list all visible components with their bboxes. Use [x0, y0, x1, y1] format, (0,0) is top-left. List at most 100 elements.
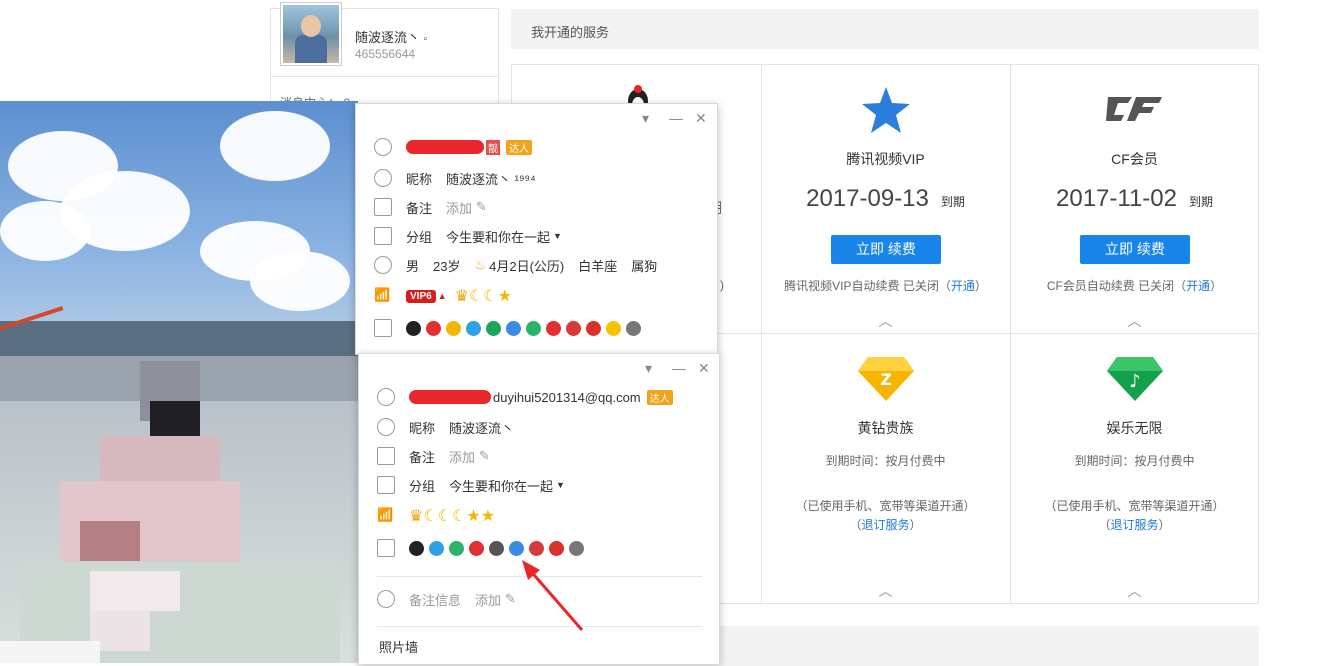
group-row: 分组 今生要和你在一起 ▼ [377, 474, 565, 496]
moon-icon: ☾ [423, 508, 438, 525]
add-remark-link[interactable]: 添加 [446, 198, 472, 217]
green-diamond-icon: ♪ [1107, 357, 1163, 401]
crown-icon: ♛ [409, 508, 424, 525]
down-arrow-icon [546, 320, 561, 336]
badge-icon [377, 539, 395, 557]
qq-vip-icon [409, 540, 424, 556]
unsubscribe-link[interactable]: 退订服务 [1110, 518, 1158, 532]
chevron-down-icon[interactable]: ▼ [553, 231, 562, 241]
group-row: 分组 今生要和你在一起 ▼ [374, 225, 562, 247]
svg-text:♪: ♪ [1129, 371, 1141, 392]
service-expire-date: 2017-11-02 到期 [1056, 185, 1213, 212]
renew-button[interactable]: 立即 续费 [1080, 235, 1190, 264]
privilege-row [377, 537, 584, 559]
penguin-outline-icon [374, 138, 392, 156]
expand-caret[interactable]: ︿ [1010, 311, 1259, 331]
penguin-outline-icon [377, 388, 395, 406]
avatar[interactable] [280, 2, 342, 66]
enable-link[interactable]: 开通 [1186, 279, 1210, 293]
user-circle-icon [377, 418, 395, 436]
star-icon: ★ [497, 288, 512, 305]
dropdown-icon[interactable]: ▾ [645, 360, 652, 377]
unsubscribe-row: （退订服务） [849, 518, 922, 532]
level-chart-icon: 📶 [377, 507, 394, 522]
expert-badge: 达人 [646, 389, 673, 405]
edit-icon[interactable]: ✎ [476, 199, 487, 215]
blue-diamond-icon [466, 320, 481, 336]
up-arrow-icon: ▲ [437, 291, 447, 301]
red-diamond-icon [566, 320, 581, 336]
chevron-down-icon[interactable]: ▼ [556, 480, 565, 490]
redacted-text [406, 140, 484, 154]
qq-row: 靓 达人 [374, 136, 532, 158]
super-vip-icon [586, 320, 601, 336]
auto-renew-note: 腾讯视频VIP自动续费 已关闭（开通） [784, 279, 987, 293]
star-service-icon [506, 320, 521, 336]
crown-icon: ♛ [454, 288, 469, 305]
blue-gem-icon [509, 540, 524, 556]
red-diamond-icon [529, 540, 544, 556]
music-icon [526, 320, 541, 336]
music-icon [449, 540, 464, 556]
moon-icon: ☾ [437, 508, 453, 525]
remark-info-row: 备注信息 添加 ✎ [377, 588, 516, 610]
photo-wall-label[interactable]: 照片墙 [379, 635, 418, 657]
expire-info: 到期时间：按月付费中 [1074, 454, 1195, 468]
background-photo [0, 101, 358, 663]
tencent-video-icon [862, 87, 910, 133]
yellow-diamond-icon: Z [858, 357, 914, 401]
super-vip-icon [549, 540, 564, 556]
expand-caret[interactable]: ︿ [1010, 581, 1259, 601]
dropdown-icon[interactable]: ▾ [642, 110, 649, 127]
moon-icon: ☾ [468, 288, 484, 305]
unsubscribe-row: （退订服务） [1098, 518, 1171, 532]
badge-icon [374, 319, 392, 337]
service-name: 黄钻贵族 [857, 420, 914, 436]
group-select[interactable]: 今生要和你在一起 [446, 227, 550, 246]
star-icon: ★ [466, 508, 481, 525]
yellow-diamond-icon [446, 320, 461, 336]
privilege-icons[interactable] [409, 540, 584, 556]
blue-diamond-icon [429, 540, 444, 556]
person-icon [374, 256, 392, 274]
privilege-icons[interactable] [406, 320, 641, 336]
expand-caret[interactable]: ︿ [761, 581, 1010, 601]
add-remark-info-link[interactable]: 添加 [475, 590, 501, 609]
down-arrow-icon [469, 540, 484, 556]
edit-icon[interactable]: ✎ [505, 591, 516, 607]
divider [270, 76, 499, 77]
vip-badge[interactable]: VIP6 [406, 289, 436, 303]
minimize-button[interactable]: — [669, 110, 683, 126]
level-row: 📶 VIP6 ▲ ♛ ☾ ☾ ★ [374, 285, 512, 307]
privilege-row [374, 317, 641, 339]
close-button[interactable]: ✕ [695, 110, 707, 127]
services-title: 我开通的服务 [531, 25, 610, 40]
star-icon: ★ [480, 508, 496, 525]
service-expire-date: 2017-09-13 到期 [806, 185, 965, 212]
more-dots-icon [377, 590, 395, 608]
remark-row: 备注 添加 ✎ [374, 196, 487, 218]
nickname-row: 昵称 随波逐流丶 ¹⁹⁹⁴ [374, 167, 536, 189]
cf-logo-icon [1106, 97, 1162, 121]
minimize-button[interactable]: — [672, 360, 686, 376]
card-icon [377, 447, 395, 465]
enable-link[interactable]: 开通 [951, 279, 975, 293]
expand-caret[interactable]: ︿ [761, 311, 1010, 331]
group-icon [374, 227, 392, 245]
group-select[interactable]: 今生要和你在一起 [449, 476, 553, 495]
close-button[interactable]: ✕ [698, 360, 710, 377]
profile-qq-number: 465556644 [355, 47, 416, 61]
gold-gem-icon [606, 320, 621, 336]
section-bar [720, 626, 1259, 666]
services-header [511, 9, 1259, 49]
level-chart-icon: 📶 [374, 287, 391, 302]
add-remark-link[interactable]: 添加 [449, 447, 475, 466]
green-diamond-icon [486, 320, 501, 336]
unsubscribe-link[interactable]: 退订服务 [861, 518, 909, 532]
moon-icon: ☾ [483, 288, 498, 305]
qq-vip-icon [406, 320, 421, 336]
service-name: 娱乐无限 [1106, 420, 1163, 436]
service-name: 腾讯视频VIP [846, 151, 925, 167]
edit-icon[interactable]: ✎ [479, 448, 490, 464]
renew-button[interactable]: 立即 续费 [831, 235, 941, 264]
